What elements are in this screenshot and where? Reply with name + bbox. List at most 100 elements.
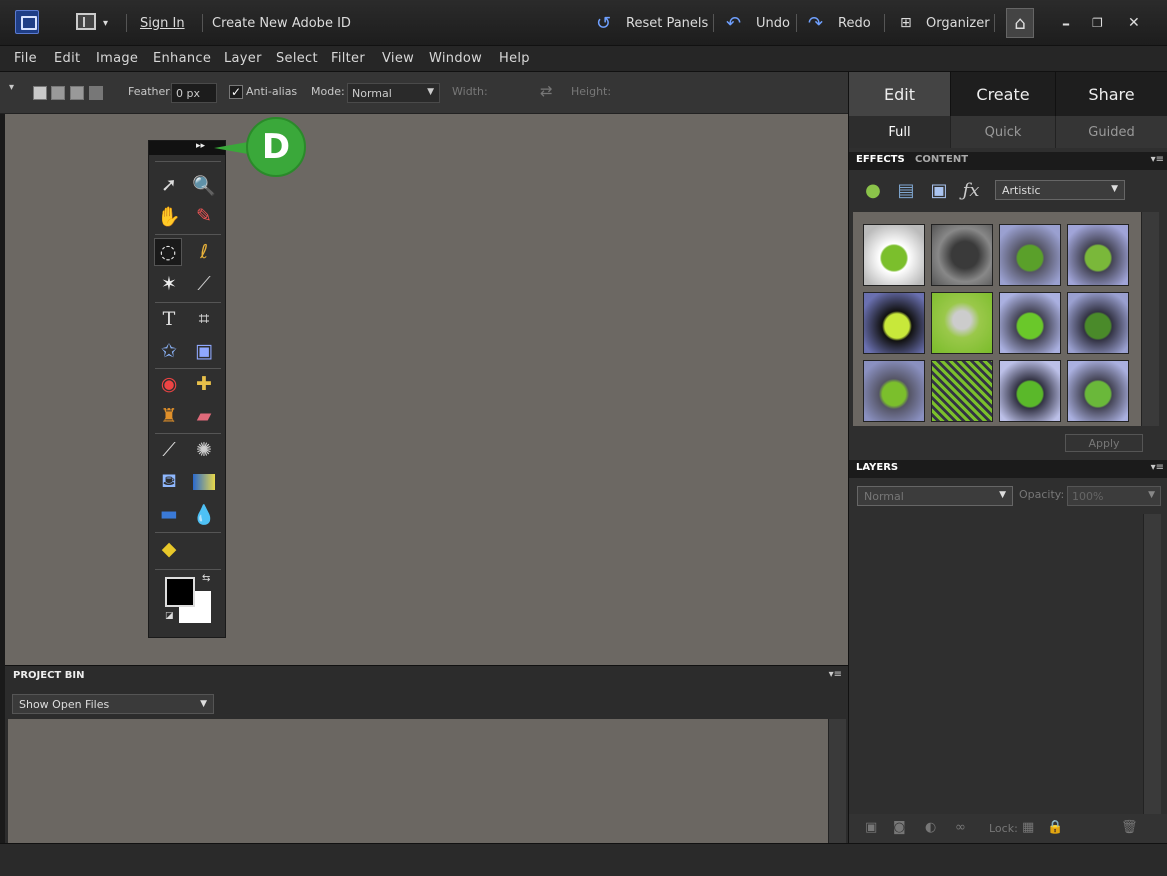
gradient-tool-icon[interactable]	[193, 474, 215, 490]
menu-window[interactable]: Window	[429, 51, 482, 66]
tab-full[interactable]: Full	[849, 116, 951, 148]
tool-preset-chevron-icon[interactable]: ▾	[9, 82, 14, 93]
filters-icon[interactable]: ●	[861, 178, 885, 202]
effect-thumbnail[interactable]	[999, 224, 1061, 286]
tab-content[interactable]: CONTENT	[915, 154, 968, 165]
clone-stamp-tool-icon[interactable]: ♜	[155, 402, 183, 430]
hand-tool-icon[interactable]: ✋	[155, 202, 183, 230]
cookie-cutter-tool-icon[interactable]: ✩	[155, 337, 183, 365]
zoom-tool-icon[interactable]: 🔍	[190, 171, 218, 199]
panel-menu-icon[interactable]: ▾≡	[1151, 154, 1164, 165]
feather-input[interactable]: 0 px	[171, 83, 217, 103]
menu-image[interactable]: Image	[96, 51, 138, 66]
blend-mode-select[interactable]: Normal ▼	[857, 486, 1013, 506]
type-tool-icon[interactable]: T	[155, 305, 183, 333]
rectangle-shape-tool-icon[interactable]: ▬	[155, 500, 183, 528]
layout-dropdown-chevron-icon[interactable]: ▾	[103, 0, 108, 46]
effect-thumbnail[interactable]	[931, 292, 993, 354]
create-adobe-id-link[interactable]: Create New Adobe ID	[212, 0, 351, 46]
foreground-color-swatch[interactable]	[165, 577, 195, 607]
tab-create[interactable]: Create	[951, 72, 1056, 116]
show-files-select[interactable]: Show Open Files ▼	[12, 694, 214, 714]
panel-menu-icon[interactable]: ▾≡	[1151, 462, 1164, 473]
apply-button[interactable]: Apply	[1065, 434, 1143, 452]
move-tool-icon[interactable]: ➚	[155, 171, 183, 199]
undo-icon[interactable]: ↶	[726, 0, 741, 46]
menu-view[interactable]: View	[382, 51, 414, 66]
eyedropper-tool-icon[interactable]: ✎	[190, 202, 218, 230]
effect-thumbnail[interactable]	[1067, 292, 1129, 354]
link-layers-icon[interactable]: ∞	[955, 820, 966, 835]
menu-filter[interactable]: Filter	[331, 51, 365, 66]
layers-scrollbar[interactable]	[1143, 514, 1161, 814]
effect-thumbnail[interactable]	[1067, 360, 1129, 422]
photo-effects-icon[interactable]: ▣	[927, 178, 951, 202]
mode-select[interactable]: Normal ▼	[347, 83, 440, 103]
lock-transparency-icon[interactable]: ▦	[1022, 820, 1034, 835]
fx-icon[interactable]: ƒx	[959, 178, 983, 202]
paint-bucket-tool-icon[interactable]: ⛾	[155, 468, 183, 496]
lasso-tool-icon[interactable]: ℓ	[190, 238, 218, 266]
crop-tool-icon[interactable]: ⌗	[190, 305, 218, 333]
reset-panels-button[interactable]: Reset Panels	[626, 0, 708, 46]
menu-help[interactable]: Help	[499, 51, 530, 66]
layers-list[interactable]	[853, 514, 1143, 814]
quick-selection-tool-icon[interactable]: ⟋	[190, 270, 218, 298]
effect-thumbnail[interactable]	[863, 224, 925, 286]
effect-thumbnail[interactable]	[863, 360, 925, 422]
menu-enhance[interactable]: Enhance	[153, 51, 211, 66]
expand-panel-icon[interactable]: ▸▸	[196, 141, 205, 151]
smart-brush-tool-icon[interactable]: ✺	[190, 436, 218, 464]
menu-layer[interactable]: Layer	[224, 51, 262, 66]
healing-brush-tool-icon[interactable]: ✚	[190, 370, 218, 398]
anti-alias-checkbox[interactable]: ✓	[229, 85, 243, 99]
effect-thumbnail[interactable]	[931, 224, 993, 286]
organizer-icon[interactable]: ⊞	[900, 0, 912, 46]
effects-scrollbar[interactable]	[1141, 212, 1159, 426]
menu-edit[interactable]: Edit	[54, 51, 80, 66]
effect-thumbnail[interactable]	[1067, 224, 1129, 286]
reset-panels-icon[interactable]: ↺	[596, 0, 611, 46]
eraser-tool-icon[interactable]: ▰	[190, 402, 218, 430]
delete-layer-icon[interactable]: 🗑	[1121, 820, 1138, 835]
default-colors-icon[interactable]: ◪	[165, 611, 174, 621]
tab-share[interactable]: Share	[1056, 72, 1167, 116]
effect-thumbnail[interactable]	[931, 360, 993, 422]
effect-category-select[interactable]: Artistic ▼	[995, 180, 1125, 200]
project-bin-scrollbar[interactable]	[828, 719, 846, 843]
blur-tool-icon[interactable]: 💧	[190, 500, 218, 528]
new-selection-icon[interactable]	[33, 86, 47, 100]
brush-tool-icon[interactable]: ⟋	[155, 436, 183, 464]
redo-icon[interactable]: ↷	[808, 0, 823, 46]
sponge-tool-icon[interactable]: ◆	[155, 535, 183, 563]
adjustment-layer-icon[interactable]: ◐	[925, 820, 936, 835]
panel-menu-icon[interactable]: ▾≡	[829, 669, 842, 680]
subtract-selection-icon[interactable]	[70, 86, 84, 100]
tab-guided[interactable]: Guided	[1056, 116, 1167, 148]
effect-thumbnail[interactable]	[999, 360, 1061, 422]
lock-all-icon[interactable]: 🔒	[1047, 820, 1063, 835]
menu-select[interactable]: Select	[276, 51, 318, 66]
workspace-canvas[interactable]	[5, 114, 848, 665]
menu-file[interactable]: File	[14, 51, 37, 66]
layer-mask-icon[interactable]: ◙	[893, 820, 906, 835]
undo-button[interactable]: Undo	[756, 0, 790, 46]
tab-effects[interactable]: EFFECTS	[856, 154, 905, 165]
sign-in-link[interactable]: Sign In	[140, 0, 185, 46]
project-bin-thumbnails-area[interactable]	[8, 719, 828, 843]
elliptical-marquee-tool-icon[interactable]: ◌	[154, 238, 182, 266]
new-layer-icon[interactable]: ▣	[865, 820, 877, 835]
restore-icon[interactable]: ❐	[1092, 0, 1103, 46]
minimize-icon[interactable]: –	[1062, 0, 1070, 46]
red-eye-tool-icon[interactable]: ◉	[155, 370, 183, 398]
effect-thumbnail[interactable]	[863, 292, 925, 354]
recompose-tool-icon[interactable]: ▣	[190, 337, 218, 365]
home-icon[interactable]: ⌂	[1006, 8, 1034, 38]
intersect-selection-icon[interactable]	[89, 86, 103, 100]
add-selection-icon[interactable]	[51, 86, 65, 100]
effect-thumbnail[interactable]	[999, 292, 1061, 354]
organizer-button[interactable]: Organizer	[926, 0, 990, 46]
swap-colors-icon[interactable]: ⇆	[202, 573, 210, 584]
tab-edit[interactable]: Edit	[849, 72, 951, 116]
opacity-input[interactable]: 100% ▼	[1067, 486, 1161, 506]
